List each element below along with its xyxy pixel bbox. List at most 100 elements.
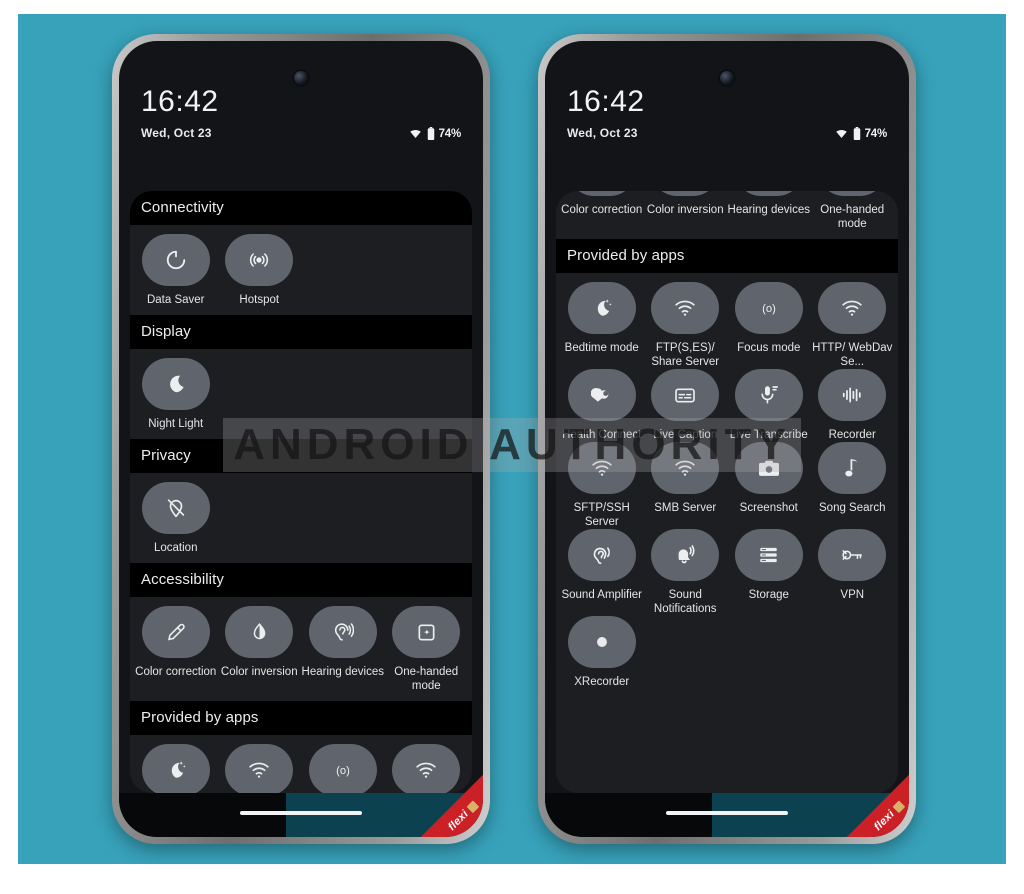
tile-grid: Color correction Color inversion Hearing d… [556,191,898,239]
eyedropper-icon[interactable] [567,191,636,196]
system-icons: 74% [834,127,887,140]
quick-settings-tile[interactable]: Hearing devices [301,606,384,693]
contrast-icon[interactable] [651,191,720,196]
sound-amplifier-icon[interactable] [567,529,636,582]
quick-settings-tile[interactable]: Health Connect [560,369,643,442]
vpn-key-icon[interactable] [818,529,887,582]
system-icons: 74% [408,127,461,140]
tile-label: Live Transcribe [729,429,808,442]
hearing-icon[interactable] [734,191,803,196]
focus-icon[interactable]: (o) [734,282,803,335]
contrast-icon[interactable] [225,606,294,659]
quick-settings-tile[interactable]: Color inversion [218,606,301,693]
quick-settings-tile[interactable]: Live Transcribe [727,369,810,442]
quick-settings-tile[interactable]: One-handed mode [385,606,468,693]
quick-settings-scroll-left[interactable]: Connectivity Data Saver Hotspot Display Nigh… [130,191,472,793]
quick-settings-tile[interactable]: Recorder [811,369,894,442]
quick-settings-tile[interactable]: Screenshot [727,442,810,529]
eyedropper-icon[interactable] [141,606,210,659]
quick-settings-tile[interactable]: Sound Notifications [644,529,727,616]
svg-text:(o): (o) [336,765,350,777]
quick-settings-tile[interactable]: Data Saver [134,234,217,307]
tile-label: Color inversion [220,666,298,679]
category-header: Accessibility [130,563,472,598]
hotspot-icon[interactable] [225,234,294,286]
clock-time: 16:42 [141,85,219,118]
quick-settings-tile[interactable]: (o) Focus mode [727,282,810,369]
home-gesture-pill[interactable] [240,811,362,815]
quick-settings-tile[interactable]: Color correction [560,191,643,231]
tile-label: Color correction [135,666,217,679]
bedtime-icon[interactable] [141,744,210,793]
quick-settings-tile[interactable]: XRecorder [560,616,643,689]
tile-label: Screenshot [739,502,798,515]
focus-icon[interactable]: (o) [308,744,377,793]
quick-settings-tile[interactable]: Color correction [134,606,217,693]
quick-settings-tile[interactable]: Night Light [134,358,217,431]
quick-settings-tile[interactable]: SMB Server [644,442,727,529]
quick-settings-tile[interactable]: Sound Amplifier [560,529,643,616]
tile-grid: Data Saver Hotspot [130,225,472,315]
wifi-icon[interactable] [651,442,720,495]
quick-settings-tile[interactable]: Bedtime mode [560,282,643,369]
tile-label: Night Light [148,418,204,431]
storage-icon[interactable] [734,529,803,582]
battery-icon [427,127,435,140]
quick-settings-tile[interactable]: One-handed mode [811,191,894,231]
health-connect-icon[interactable] [567,369,636,422]
one-handed-icon[interactable] [392,606,461,659]
bell-alert-icon[interactable] [651,529,720,582]
tile-label: Focus mode [737,342,801,355]
quick-settings-tile[interactable]: SFTP/SSH Server [560,442,643,529]
category-header: Provided by apps [130,701,472,736]
quick-settings-tile[interactable]: Storage [727,529,810,616]
data-saver-icon[interactable] [141,234,210,286]
tile-label: Sound Notifications [653,589,717,616]
quick-settings-tile[interactable] [134,744,217,793]
hearing-icon[interactable] [308,606,377,659]
phone-device-left: 16:42 Wed, Oct 23 74% Connectivity Data … [112,34,490,844]
tile-grid: Color correction Color inversion Hearing d… [130,597,472,701]
quick-settings-tile[interactable]: Hotspot [218,234,301,307]
waveform-icon[interactable] [818,369,887,422]
quick-settings-tile[interactable]: Color inversion [644,191,727,231]
tile-label: Bedtime mode [564,342,639,355]
quick-settings-tile[interactable] [385,744,468,793]
quick-settings-tile[interactable]: HTTP/ WebDav Se... [811,282,894,369]
category-header: Provided by apps [556,239,898,274]
camera-icon[interactable] [734,442,803,495]
wifi-icon[interactable] [567,442,636,495]
wifi-icon[interactable] [818,282,887,335]
tile-label: FTP(S,ES)/ Share Server [651,342,720,369]
tile-grid: Location [130,473,472,563]
quick-settings-tile[interactable]: VPN [811,529,894,616]
home-gesture-pill[interactable] [666,811,788,815]
tile-grid: Bedtime mode FTP(S,ES)/ Share Server (o) Fo… [556,273,898,697]
tile-label: Hearing devices [301,666,384,679]
record-dot-icon[interactable] [567,616,636,669]
quick-settings-tile[interactable]: Song Search [811,442,894,529]
bedtime-icon[interactable] [567,282,636,335]
transcribe-icon[interactable] [734,369,803,422]
quick-settings-tile[interactable] [218,744,301,793]
phone-screen-right: 16:42 Wed, Oct 23 74% Color correction C… [545,41,909,837]
wifi-icon[interactable] [651,282,720,335]
front-camera-icon [294,71,308,85]
moon-icon[interactable] [141,358,210,411]
live-caption-icon[interactable] [651,369,720,422]
wifi-icon[interactable] [392,744,461,793]
phone-screen-left: 16:42 Wed, Oct 23 74% Connectivity Data … [119,41,483,837]
quick-settings-scroll-right[interactable]: Color correction Color inversion Hearing d… [556,191,898,737]
quick-settings-tile[interactable]: FTP(S,ES)/ Share Server [644,282,727,369]
location-off-icon[interactable] [141,482,210,535]
quick-settings-tile[interactable]: Hearing devices [727,191,810,231]
clock-date: Wed, Oct 23 [141,126,212,140]
music-note-icon[interactable] [818,442,887,495]
quick-settings-tile[interactable]: Live Caption [644,369,727,442]
wifi-icon[interactable] [225,744,294,793]
wifi-icon [408,128,423,140]
one-handed-icon[interactable] [818,191,887,196]
quick-settings-tile[interactable]: Location [134,482,217,555]
quick-settings-tile[interactable]: (o) [301,744,384,793]
tile-label: XRecorder [574,676,630,689]
